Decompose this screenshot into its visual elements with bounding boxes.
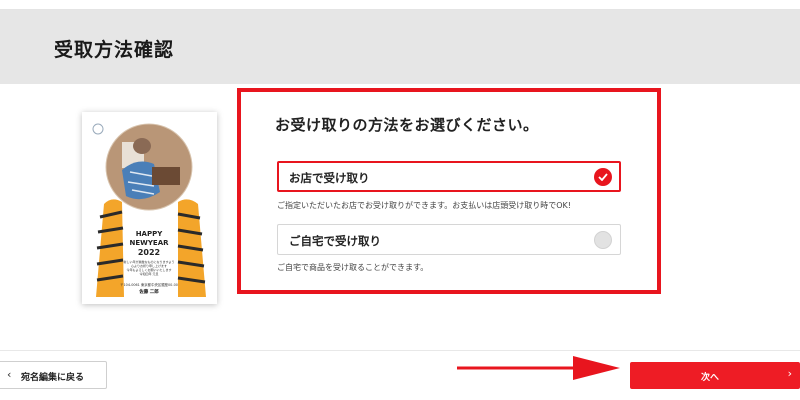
option-home-delivery[interactable]: ご自宅で受け取り	[277, 224, 621, 255]
card-message-4: 令和四年 元旦	[140, 271, 159, 276]
next-button[interactable]: 次へ ›	[630, 362, 800, 389]
panel-title: お受け取りの方法をお選びください。	[275, 116, 539, 134]
top-divider	[0, 0, 800, 10]
footer-divider	[0, 350, 800, 351]
next-button-label: 次へ	[700, 373, 719, 383]
receive-method-panel: お受け取りの方法をお選びください。 お店で受け取り ご指定いただいたお店でお受け…	[237, 88, 661, 294]
back-to-address-edit-button[interactable]: ‹ 宛名編集に戻る	[0, 361, 107, 389]
radio-unselected-icon[interactable]	[594, 231, 612, 249]
option-store-pickup-label: お店で受け取り	[289, 171, 370, 185]
postcard-preview: HAPPY NEWYEAR 2022 新しい年が素敵なものになりますよう 心より…	[82, 112, 217, 304]
checkmark-icon[interactable]	[594, 168, 612, 186]
option-home-delivery-description: ご自宅で商品を受け取ることができます。	[277, 263, 429, 272]
page-title: 受取方法確認	[54, 39, 175, 61]
option-store-pickup[interactable]: お店で受け取り	[277, 161, 621, 192]
card-sender-name: 佐藤 二郎	[138, 288, 159, 295]
card-address: 〒104-0061 東京都中央区銀座00-00	[120, 282, 178, 287]
option-home-delivery-label: ご自宅で受け取り	[289, 234, 381, 248]
chevron-left-icon: ‹	[7, 368, 12, 381]
postcard-illustration: HAPPY NEWYEAR 2022 新しい年が素敵なものになりますよう 心より…	[92, 123, 206, 297]
card-greeting-line2: NEWYEAR	[129, 239, 169, 247]
card-greeting-year: 2022	[138, 248, 160, 257]
option-store-pickup-description: ご指定いただいたお店でお受け取りができます。お支払いは店頭受け取り時でOK!	[277, 201, 571, 210]
chevron-right-icon: ›	[787, 367, 792, 380]
page-header: 受取方法確認	[0, 10, 800, 84]
arrow-right-icon	[457, 356, 620, 380]
card-greeting-line1: HAPPY	[136, 230, 164, 238]
back-button-label: 宛名編集に戻る	[21, 373, 85, 383]
